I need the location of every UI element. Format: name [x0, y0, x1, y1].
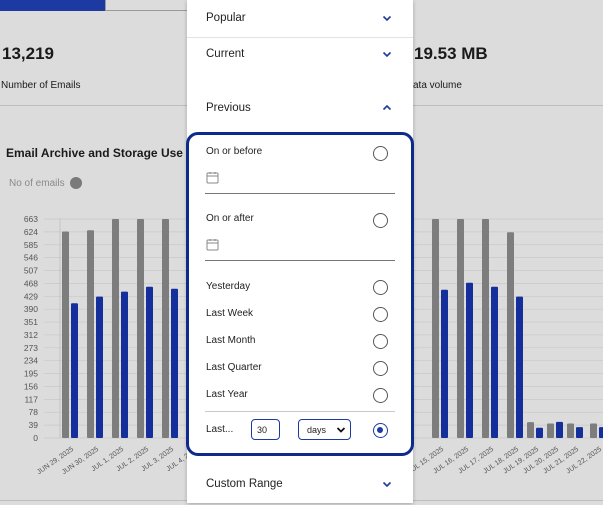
bar-blue: [556, 421, 563, 438]
bar-grey: [137, 219, 144, 438]
emails-count-value: 13,219: [2, 44, 54, 63]
bar-blue: [441, 289, 448, 438]
bar-grey: [590, 423, 597, 438]
accordion-popular[interactable]: Popular: [187, 8, 413, 28]
y-tick-label: 468: [24, 278, 38, 288]
on-or-before-date-field[interactable]: [205, 193, 395, 194]
data-volume-label: ata volume: [413, 80, 462, 91]
active-tab-indicator: [0, 0, 105, 11]
y-tick-label: 117: [24, 394, 38, 404]
bar-blue: [171, 288, 178, 438]
y-tick-label: 663: [24, 214, 38, 224]
on-or-after-radio[interactable]: [373, 213, 388, 228]
y-tick-label: 195: [24, 369, 38, 379]
bar-grey: [112, 219, 119, 438]
divider: [205, 411, 395, 412]
bar-grey: [62, 231, 69, 438]
option-yesterday-radio[interactable]: [373, 280, 388, 295]
divider: [187, 37, 413, 38]
legend-label: No of emails: [9, 177, 65, 189]
bar-blue: [466, 282, 473, 438]
y-tick-label: 234: [24, 356, 38, 366]
chevron-up-icon: [382, 104, 392, 111]
option-last-year-label: Last Year: [206, 389, 248, 400]
chevron-down-icon: [382, 481, 392, 488]
y-tick-label: 390: [24, 304, 38, 314]
y-tick-label: 585: [24, 240, 38, 250]
legend-dot-icon: [69, 177, 82, 189]
bar-grey: [87, 230, 94, 438]
bar-blue: [516, 296, 523, 438]
bar-grey: [432, 219, 439, 438]
bar-grey: [457, 219, 464, 438]
bar-grey: [162, 219, 169, 438]
calendar-icon[interactable]: [206, 238, 219, 251]
y-tick-label: 351: [24, 317, 38, 327]
tab-outline: [105, 0, 200, 11]
y-tick-label: 273: [24, 343, 38, 353]
chevron-down-icon: [382, 15, 392, 22]
y-tick-label: 78: [29, 407, 39, 417]
y-tick-label: 39: [29, 420, 39, 430]
accordion-previous-label: Previous: [206, 102, 251, 114]
emails-count-label: Number of Emails: [1, 80, 81, 91]
on-or-before-radio[interactable]: [373, 146, 388, 161]
bar-grey: [482, 219, 489, 438]
last-n-label: Last...: [206, 424, 234, 435]
bar-blue: [536, 427, 543, 438]
accordion-custom-range[interactable]: Custom Range: [187, 474, 413, 494]
chevron-down-icon: [336, 426, 346, 433]
bar-grey: [567, 423, 574, 438]
bar-grey: [507, 232, 514, 438]
y-tick-label: 429: [24, 291, 38, 301]
option-last-quarter-radio[interactable]: [373, 361, 388, 376]
accordion-previous[interactable]: Previous: [187, 98, 413, 118]
bar-blue: [491, 286, 498, 438]
bar-grey: [547, 423, 554, 438]
y-tick-label: 0: [33, 433, 38, 443]
accordion-current-label: Current: [206, 48, 245, 60]
unit-select[interactable]: days: [298, 419, 351, 440]
accordion-current[interactable]: Current: [187, 44, 413, 64]
accordion-custom-range-label: Custom Range: [206, 478, 283, 490]
option-last-month-radio[interactable]: [373, 334, 388, 349]
option-last-year-radio[interactable]: [373, 388, 388, 403]
y-tick-label: 624: [24, 227, 38, 237]
y-tick-label: 546: [24, 253, 38, 263]
bar-blue: [599, 427, 603, 438]
option-last-quarter-label: Last Quarter: [206, 362, 262, 373]
option-last-week-radio[interactable]: [373, 307, 388, 322]
last-n-input[interactable]: [251, 419, 280, 440]
bar-grey: [527, 422, 534, 438]
option-yesterday-label: Yesterday: [206, 281, 251, 292]
calendar-icon[interactable]: [206, 171, 219, 184]
on-or-before-label: On or before: [206, 146, 263, 157]
bar-blue: [146, 286, 153, 438]
last-n-radio[interactable]: [373, 423, 388, 438]
bar-blue: [576, 427, 583, 438]
accordion-popular-label: Popular: [206, 12, 246, 24]
option-last-month-label: Last Month: [206, 335, 256, 346]
chart-section-title: Email Archive and Storage Use: [6, 146, 183, 160]
y-tick-label: 312: [24, 330, 38, 340]
unit-select-value: days: [307, 424, 327, 435]
chart-legend[interactable]: No of emails: [9, 177, 82, 189]
bar-blue: [121, 291, 128, 438]
on-or-after-label: On or after: [206, 213, 254, 224]
bar-blue: [71, 303, 78, 438]
on-or-after-date-field[interactable]: [205, 260, 395, 261]
data-volume-value: 19.53 MB: [414, 44, 488, 63]
bar-blue: [96, 296, 103, 438]
y-tick-label: 156: [24, 381, 38, 391]
y-tick-label: 507: [24, 266, 38, 276]
chevron-down-icon: [382, 51, 392, 58]
option-last-week-label: Last Week: [206, 308, 254, 319]
